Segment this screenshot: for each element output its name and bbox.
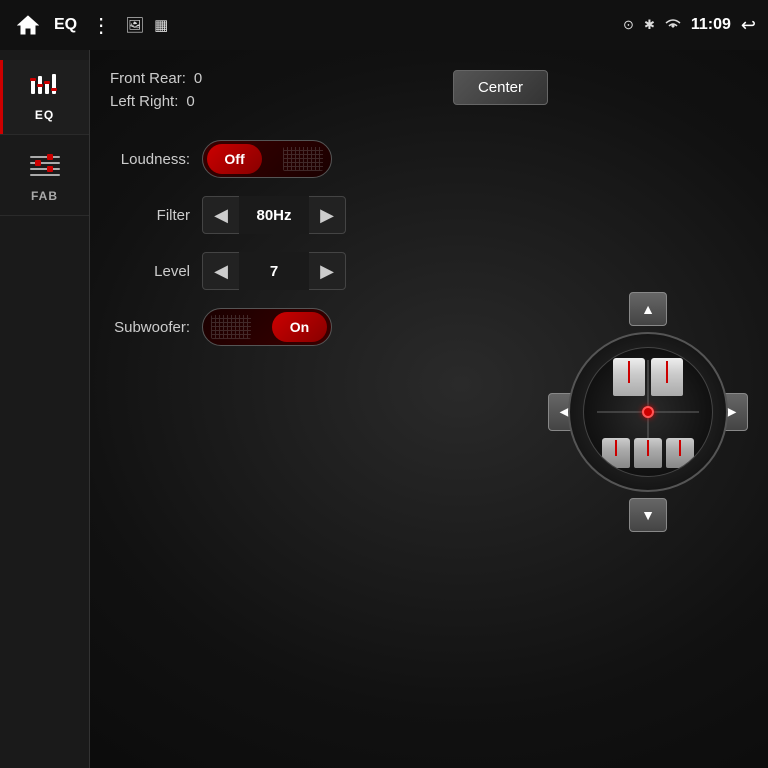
- filter-label: Filter: [110, 207, 190, 224]
- sidebar: EQ FAB: [0, 50, 90, 768]
- subwoofer-knob: On: [272, 312, 327, 342]
- loudness-toggle[interactable]: Off: [202, 140, 332, 178]
- rear-seats: [602, 438, 694, 468]
- image-icon: 🖼: [125, 16, 144, 34]
- home-button[interactable]: [12, 9, 44, 41]
- wifi-icon: [665, 18, 681, 33]
- status-bar-right: ⊙ ✱ 11:09 ↩: [623, 15, 756, 36]
- back-button[interactable]: ↩: [741, 15, 756, 36]
- status-bar: EQ ⋮ 🖼 ▦ ⊙ ✱ 11:09 ↩: [0, 0, 768, 50]
- filter-decrement[interactable]: ◀: [203, 196, 239, 234]
- front-rear-label: Front Rear:: [110, 70, 186, 87]
- clock: 11:09: [691, 16, 731, 34]
- location-icon: ⊙: [623, 17, 634, 33]
- level-value: 7: [239, 252, 309, 290]
- subwoofer-state: On: [290, 319, 309, 335]
- eq-label: EQ: [35, 108, 54, 122]
- fab-icon: [29, 151, 61, 185]
- left-right-value: 0: [186, 93, 194, 110]
- sidebar-item-eq[interactable]: EQ: [0, 60, 89, 135]
- left-right-label: Left Right:: [110, 93, 178, 110]
- filter-value: 80Hz: [239, 196, 309, 234]
- loudness-state: Off: [224, 151, 244, 167]
- filter-spinner: ◀ 80Hz ▶: [202, 196, 346, 234]
- loudness-knob: Off: [207, 144, 262, 174]
- level-decrement[interactable]: ◀: [203, 252, 239, 290]
- arrow-down-button[interactable]: ▼: [629, 498, 667, 532]
- dots-menu[interactable]: ⋮: [87, 13, 115, 38]
- front-seats: [613, 358, 683, 396]
- level-label: Level: [110, 263, 190, 280]
- bluetooth-icon: ✱: [644, 17, 655, 33]
- speaker-circle: [568, 332, 728, 492]
- status-bar-left: EQ ⋮ 🖼 ▦: [12, 9, 623, 41]
- eq-icon: [29, 72, 61, 104]
- loudness-label: Loudness:: [110, 151, 190, 168]
- filter-increment[interactable]: ▶: [309, 196, 345, 234]
- level-increment[interactable]: ▶: [309, 252, 345, 290]
- subwoofer-label: Subwoofer:: [110, 319, 190, 336]
- sd-icon: ▦: [154, 16, 168, 34]
- speaker-inner: [583, 347, 713, 477]
- sidebar-item-fab[interactable]: FAB: [0, 139, 89, 216]
- speaker-diagram: ▲ ▼ ◀ ▶: [548, 65, 748, 758]
- level-spinner: ◀ 7 ▶: [202, 252, 346, 290]
- content-panel: Front Rear: 0 Left Right: 0 Center Loudn…: [90, 50, 768, 768]
- arrow-up-button[interactable]: ▲: [629, 292, 667, 326]
- fab-label: FAB: [31, 189, 58, 203]
- subwoofer-toggle[interactable]: On: [202, 308, 332, 346]
- front-rear-value: 0: [194, 70, 202, 87]
- main-content: EQ FAB Front Rear: 0: [0, 50, 768, 768]
- app-label: EQ: [54, 16, 77, 34]
- center-dot: [642, 406, 654, 418]
- center-button[interactable]: Center: [453, 70, 548, 105]
